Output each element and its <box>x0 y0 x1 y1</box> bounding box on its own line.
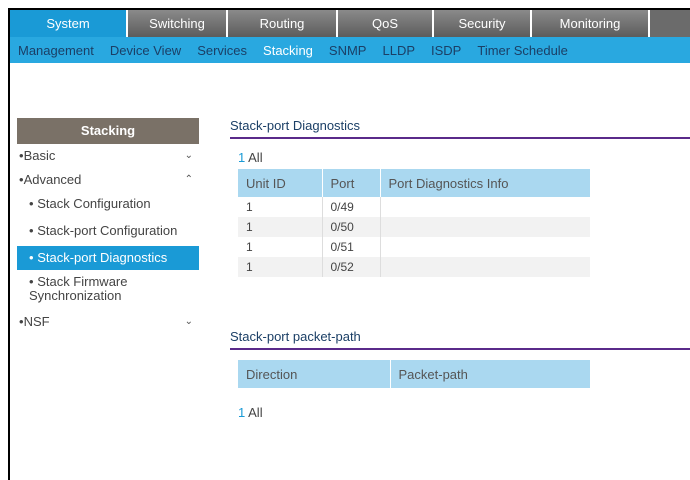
column-header-unit-id[interactable]: Unit ID <box>238 169 323 197</box>
column-header-port-diagnostics-info[interactable]: Port Diagnostics Info <box>380 169 590 197</box>
all-count: 1 <box>238 150 246 165</box>
sidebar-item-label-2: Synchronization <box>29 288 122 303</box>
table-row[interactable]: 1 0/50 <box>238 217 590 237</box>
cell-unit-id: 1 <box>238 257 323 277</box>
sidebar-header: Stacking <box>17 118 199 144</box>
cell-info <box>380 217 590 237</box>
sidebar-item-label: Stack Firmware <box>37 274 128 289</box>
table-row[interactable]: 1 0/51 <box>238 237 590 257</box>
tab-security[interactable]: Security <box>434 10 532 37</box>
diagnostics-all-selector[interactable]: 1 All <box>230 147 690 169</box>
cell-info <box>380 257 590 277</box>
column-header-port[interactable]: Port <box>322 169 381 197</box>
subnav-services[interactable]: Services <box>189 43 255 58</box>
sidebar-item-stackport-diagnostics[interactable]: • Stack-port Diagnostics <box>17 246 199 270</box>
main-content: Stack-port Diagnostics 1 All Unit ID Por… <box>230 118 690 424</box>
sidebar-item-label: NSF <box>23 314 50 329</box>
packetpath-table: Direction Packet-path <box>238 360 590 388</box>
cell-info <box>380 197 590 217</box>
sidebar-item-stack-configuration[interactable]: • Stack Configuration <box>17 192 199 216</box>
sidebar-item-label: Stack-port Diagnostics <box>37 250 168 265</box>
subnav-stacking[interactable]: Stacking <box>255 43 321 58</box>
tab-system[interactable]: System <box>10 10 128 37</box>
cell-port: 0/50 <box>322 217 381 237</box>
column-header-direction[interactable]: Direction <box>238 360 391 388</box>
table-row[interactable]: 1 0/52 <box>238 257 590 277</box>
subnav-lldp[interactable]: LLDP <box>374 43 423 58</box>
bullet-icon: • <box>29 250 34 265</box>
sidebar-item-basic[interactable]: •Basic ⌄ <box>17 144 199 168</box>
all-count: 1 <box>238 405 246 420</box>
subnav-device-view[interactable]: Device View <box>102 43 189 58</box>
chevron-down-icon: ⌄ <box>184 150 193 161</box>
table-row[interactable]: 1 0/49 <box>238 197 590 217</box>
cell-info <box>380 237 590 257</box>
cell-port: 0/51 <box>322 237 381 257</box>
packetpath-all-selector[interactable]: 1 All <box>230 402 690 424</box>
sidebar-item-label: Stack Configuration <box>37 196 151 211</box>
tab-qos[interactable]: QoS <box>338 10 434 37</box>
tab-routing[interactable]: Routing <box>228 10 338 37</box>
subnav-isdp[interactable]: ISDP <box>423 43 469 58</box>
cell-port: 0/52 <box>322 257 381 277</box>
column-header-packet-path[interactable]: Packet-path <box>390 360 590 388</box>
app-frame: System Switching Routing QoS Security Mo… <box>8 8 690 480</box>
subnav-timer-schedule[interactable]: Timer Schedule <box>469 43 576 58</box>
sidebar-item-label: Stack-port Configuration <box>37 223 178 238</box>
bullet-icon: • <box>29 223 34 238</box>
sidebar-item-stack-firmware-sync[interactable]: • Stack Firmware Synchronization <box>17 270 199 310</box>
sidebar-item-nsf[interactable]: •NSF ⌄ <box>17 310 199 334</box>
cell-unit-id: 1 <box>238 237 323 257</box>
diagnostics-title: Stack-port Diagnostics <box>230 118 690 139</box>
bullet-icon: • <box>29 196 34 211</box>
sidebar-item-stackport-configuration[interactable]: • Stack-port Configuration <box>17 216 199 246</box>
sub-navigation: Management Device View Services Stacking… <box>10 37 690 63</box>
chevron-up-icon: ⌃ <box>184 174 193 185</box>
tab-switching[interactable]: Switching <box>128 10 228 37</box>
diagnostics-table: Unit ID Port Port Diagnostics Info 1 0/4… <box>238 169 590 277</box>
all-label: All <box>248 405 263 420</box>
packetpath-title: Stack-port packet-path <box>230 329 690 350</box>
cell-unit-id: 1 <box>238 217 323 237</box>
sidebar-item-label: Basic <box>23 148 56 163</box>
sidebar-item-advanced[interactable]: •Advanced ⌃ <box>17 168 199 192</box>
tab-monitoring[interactable]: Monitoring <box>532 10 650 37</box>
all-label: All <box>248 150 263 165</box>
bullet-icon: • <box>29 274 34 289</box>
subnav-management[interactable]: Management <box>10 43 102 58</box>
chevron-down-icon: ⌄ <box>184 316 193 327</box>
sidebar-item-label: Advanced <box>23 172 82 187</box>
subnav-snmp[interactable]: SNMP <box>321 43 375 58</box>
top-navigation: System Switching Routing QoS Security Mo… <box>10 10 690 37</box>
cell-port: 0/49 <box>322 197 381 217</box>
sidebar: Stacking •Basic ⌄ •Advanced ⌃ • Stack Co… <box>17 118 199 334</box>
cell-unit-id: 1 <box>238 197 323 217</box>
